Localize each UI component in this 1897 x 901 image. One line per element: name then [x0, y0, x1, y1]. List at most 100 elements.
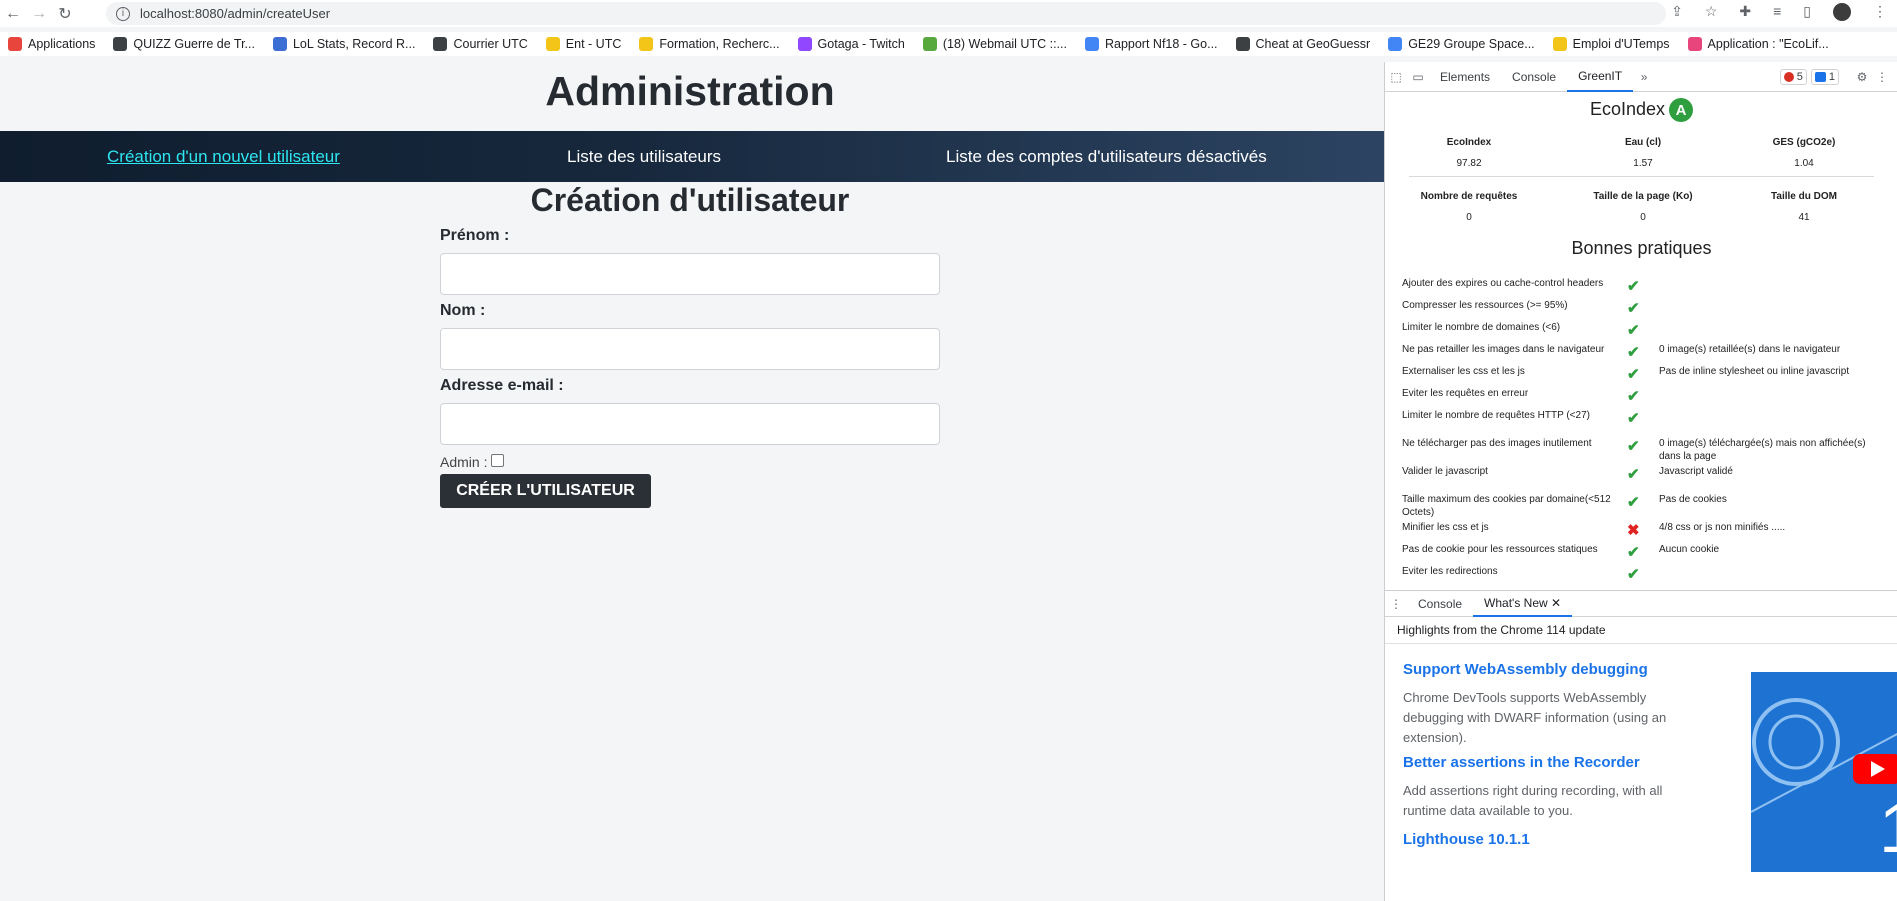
bookmark-favicon-icon — [797, 37, 812, 51]
bookmark-item[interactable]: Rapport Nf18 - Go... — [1084, 37, 1218, 51]
message-badge[interactable]: 1 — [1810, 68, 1839, 85]
bookmark-label: Rapport Nf18 - Go... — [1104, 37, 1218, 51]
whats-new-item-title[interactable]: Support WebAssembly debugging — [1403, 661, 1703, 678]
bookmark-item[interactable]: Emploi d'UTemps — [1552, 37, 1670, 51]
profile-avatar[interactable] — [1833, 3, 1851, 21]
metric-value: 1.57 — [1633, 158, 1653, 169]
browser-actions: ⇪ ☆ ✚ ≡ ▯ ⋮ — [1671, 3, 1887, 21]
bookmark-item[interactable]: QUIZZ Guerre de Tr... — [113, 37, 255, 51]
check-icon: ✔ — [1627, 344, 1640, 361]
metric-value: 41 — [1798, 212, 1810, 223]
nav-link-create-user[interactable]: Création d'un nouvel utilisateur — [107, 147, 340, 167]
metric-value: 97.82 — [1456, 158, 1482, 169]
metric-label: EcoIndex — [1446, 137, 1492, 148]
bookmark-favicon-icon — [639, 37, 654, 51]
tab-console[interactable]: Console — [1501, 62, 1567, 92]
tab-greenit[interactable]: GreenIT — [1567, 62, 1634, 92]
device-toolbar-icon[interactable]: ▭ — [1407, 70, 1429, 84]
close-icon[interactable]: ✕ — [1551, 596, 1561, 610]
error-badge[interactable]: 5 — [1779, 68, 1807, 85]
bookmark-item[interactable]: Gotaga - Twitch — [797, 37, 905, 51]
metric-water: Eau (cl) 1.57 — [1573, 137, 1713, 169]
drawer-tabs: ⋮ Console What's New ✕ — [1385, 591, 1897, 617]
forward-icon[interactable]: → — [26, 1, 52, 27]
nav-link-disabled-accounts[interactable]: Liste des comptes d'utilisateurs désacti… — [946, 147, 1267, 167]
drawer-menu-icon[interactable]: ⋮ — [1385, 597, 1407, 611]
reload-icon[interactable]: ↻ — [52, 1, 78, 27]
inspect-element-icon[interactable]: ⬚ — [1385, 70, 1407, 84]
check-icon: ✔ — [1627, 410, 1640, 427]
side-panel-icon[interactable]: ▯ — [1803, 3, 1811, 21]
lastname-input[interactable] — [440, 328, 940, 370]
check-icon: ✔ — [1627, 544, 1640, 561]
bookmark-label: QUIZZ Guerre de Tr... — [133, 37, 255, 51]
best-practice-comment: 4/8 css or js non minifiés ..... — [1659, 522, 1786, 533]
best-practices-title: Bonnes pratiques — [1571, 238, 1712, 258]
share-icon[interactable]: ⇪ — [1671, 3, 1683, 21]
bookmark-item[interactable]: Formation, Recherc... — [639, 37, 780, 51]
whats-new-item-title[interactable]: Better assertions in the Recorder — [1403, 754, 1703, 771]
bookmarks-bar: Applications QUIZZ Guerre de Tr... LoL Sta… — [0, 32, 1897, 56]
whats-new-item: Better assertions in the Recorder Add as… — [1403, 754, 1703, 821]
menu-icon[interactable]: ⋮ — [1873, 3, 1887, 21]
bookmark-label: Emploi d'UTemps — [1572, 37, 1670, 51]
settings-gear-icon[interactable]: ⚙ — [1851, 70, 1873, 84]
best-practice-name: Valider le javascript — [1402, 466, 1488, 477]
metric-value: 1.04 — [1794, 158, 1814, 169]
whats-new-item-title[interactable]: Lighthouse 10.1.1 — [1403, 831, 1703, 848]
best-practice-name: Ne télécharger pas des images inutilemen… — [1402, 438, 1592, 449]
tab-elements[interactable]: Elements — [1429, 62, 1501, 92]
bookmark-favicon-icon — [1084, 37, 1099, 51]
browser-toolbar: ← → ↻ i localhost:8080/admin/createUser … — [0, 0, 1897, 27]
create-user-button[interactable]: CRÉER L'UTILISATEUR — [440, 474, 651, 508]
bookmark-item[interactable]: Applications — [8, 37, 95, 51]
metric-value: 0 — [1466, 212, 1472, 223]
drawer-tab-console[interactable]: Console — [1407, 591, 1473, 617]
firstname-input[interactable] — [440, 253, 940, 295]
bookmark-label: Courrier UTC — [453, 37, 528, 51]
video-thumbnail[interactable]: 1 — [1751, 672, 1897, 872]
bookmark-favicon-icon — [1552, 37, 1567, 51]
bookmark-label: (18) Webmail UTC ::... — [942, 37, 1067, 51]
admin-navbar: Création d'un nouvel utilisateur Liste d… — [0, 131, 1384, 182]
metric-ecoindex: EcoIndex 97.82 — [1399, 137, 1539, 169]
bookmark-item[interactable]: LoL Stats, Record R... — [272, 37, 415, 51]
bookmark-favicon-icon — [113, 37, 128, 51]
site-info-icon[interactable]: i — [116, 6, 130, 21]
email-input[interactable] — [440, 403, 940, 445]
back-icon[interactable]: ← — [0, 1, 26, 27]
bookmark-item[interactable]: Cheat at GeoGuessr — [1235, 37, 1371, 51]
admin-checkbox[interactable] — [491, 453, 505, 467]
admin-row: Admin : — [440, 453, 505, 470]
bookmark-item[interactable]: Ent - UTC — [545, 37, 621, 51]
devtools-menu-icon[interactable]: ⋮ — [1871, 70, 1893, 84]
bookmark-item[interactable]: Application : "EcoLif... — [1687, 37, 1829, 51]
bookmark-favicon-icon — [1388, 37, 1403, 51]
check-icon: ✔ — [1627, 438, 1640, 455]
drawer-tab-whats-new[interactable]: What's New ✕ — [1473, 591, 1573, 617]
bookmark-item[interactable]: GE29 Groupe Space... — [1388, 37, 1535, 51]
devtools-drawer: ⋮ Console What's New ✕ Highlights from t… — [1385, 590, 1897, 901]
more-tabs-icon[interactable]: » — [1633, 70, 1655, 84]
bookmark-favicon-icon — [272, 37, 287, 51]
url-text: localhost:8080/admin/createUser — [140, 6, 331, 21]
admin-label: Admin : — [440, 454, 488, 470]
bookmark-item[interactable]: (18) Webmail UTC ::... — [922, 37, 1067, 51]
bookmark-star-icon[interactable]: ☆ — [1705, 3, 1718, 21]
check-icon: ✔ — [1627, 300, 1640, 317]
nav-link-user-list[interactable]: Liste des utilisateurs — [567, 147, 721, 167]
bookmark-label: GE29 Groupe Space... — [1408, 37, 1535, 51]
reading-list-icon[interactable]: ≡ — [1773, 3, 1781, 21]
address-bar[interactable]: i localhost:8080/admin/createUser — [106, 2, 1666, 25]
ecoindex-grade-badge: A — [1669, 98, 1694, 122]
metric-label: GES (gCO2e) — [1772, 137, 1836, 148]
bookmark-item[interactable]: Courrier UTC — [433, 37, 528, 51]
bookmark-favicon-icon — [433, 37, 448, 51]
check-icon: ✔ — [1627, 366, 1640, 383]
extensions-icon[interactable]: ✚ — [1739, 3, 1751, 21]
video-artwork: 1 — [1751, 698, 1897, 867]
best-practice-name: Eviter les requêtes en erreur — [1402, 388, 1529, 399]
best-practice-comment: Javascript validé — [1659, 466, 1733, 477]
bookmark-label: Cheat at GeoGuessr — [1255, 37, 1371, 51]
best-practice-comment: 0 image(s) téléchargée(s) mais non affic… — [1659, 438, 1866, 462]
